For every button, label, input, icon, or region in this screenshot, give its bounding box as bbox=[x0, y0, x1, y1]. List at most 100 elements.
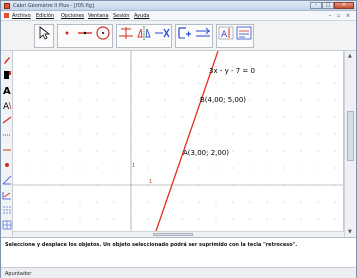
menu-archivo[interactable]: Archivo bbox=[12, 13, 31, 19]
grid-dot bbox=[317, 82, 319, 84]
grid-dot bbox=[147, 65, 149, 67]
point-b-label[interactable]: B(4,00; 5,00) bbox=[200, 96, 246, 104]
grid-dot bbox=[266, 82, 268, 84]
grid-dot bbox=[300, 65, 302, 67]
grid-dot bbox=[147, 133, 149, 135]
grid-dot bbox=[317, 99, 319, 101]
grid-dot bbox=[198, 65, 200, 67]
grid-dot bbox=[28, 116, 30, 118]
scroll-down-icon[interactable]: ▼ bbox=[348, 229, 352, 235]
axis-style-icon[interactable] bbox=[2, 190, 12, 200]
circle-icon[interactable] bbox=[94, 24, 112, 42]
point-icon[interactable] bbox=[58, 24, 76, 42]
grid-dot bbox=[334, 65, 336, 67]
grid-dot bbox=[198, 133, 200, 135]
line-3x-y-7[interactable] bbox=[153, 51, 219, 237]
text-style-icon[interactable]: A bbox=[2, 85, 12, 95]
grid-dot bbox=[300, 167, 302, 169]
menu-ayuda[interactable]: Ayuda bbox=[134, 13, 149, 19]
line-thickness-icon[interactable] bbox=[2, 115, 12, 125]
calculate-icon[interactable] bbox=[176, 24, 194, 42]
grid-dot bbox=[232, 218, 234, 220]
grid-dot bbox=[334, 116, 336, 118]
grid-dot bbox=[79, 99, 81, 101]
line-equation-label[interactable]: 3x - y - 7 = 0 bbox=[209, 67, 255, 75]
menu-sesion[interactable]: Sesión bbox=[113, 13, 129, 19]
maximize-button[interactable]: □ bbox=[322, 2, 334, 9]
grid-dot bbox=[232, 133, 234, 135]
document-icon[interactable] bbox=[4, 13, 9, 18]
reflection-icon[interactable] bbox=[135, 24, 153, 42]
grid-dot bbox=[334, 201, 336, 203]
grid-dot bbox=[96, 116, 98, 118]
grid-dot bbox=[181, 82, 183, 84]
grid-dot bbox=[300, 133, 302, 135]
minimize-button[interactable]: – bbox=[310, 2, 322, 9]
perpendicular-icon[interactable] bbox=[117, 24, 135, 42]
grid-dot bbox=[79, 133, 81, 135]
grid-dots bbox=[28, 65, 336, 237]
grid-dot bbox=[147, 116, 149, 118]
menu-opciones[interactable]: Opciones bbox=[61, 13, 84, 19]
grid-dot bbox=[147, 150, 149, 152]
grid-dot bbox=[181, 201, 183, 203]
dotted-style-icon[interactable] bbox=[2, 130, 12, 140]
fill-color-icon[interactable] bbox=[2, 70, 12, 80]
grid-dot bbox=[113, 150, 115, 152]
label-icon[interactable] bbox=[194, 24, 212, 42]
line-icon[interactable] bbox=[76, 24, 94, 42]
close-button[interactable]: × bbox=[334, 2, 354, 9]
grid-dot bbox=[232, 150, 234, 152]
grid-dot bbox=[62, 116, 64, 118]
grid-dot bbox=[334, 150, 336, 152]
grid-dot bbox=[317, 116, 319, 118]
grid-dot bbox=[62, 133, 64, 135]
grid-dot bbox=[215, 218, 217, 220]
horizontal-scroll-thumb[interactable] bbox=[153, 233, 193, 236]
grid-dot bbox=[198, 116, 200, 118]
pointer-icon[interactable] bbox=[35, 24, 53, 42]
point-a-label[interactable]: A(3,00; 2,00) bbox=[183, 149, 229, 157]
menu-ventana[interactable]: Ventana bbox=[88, 13, 109, 19]
measure-icon[interactable] bbox=[153, 24, 171, 42]
vertical-scroll-thumb[interactable] bbox=[347, 111, 354, 161]
grid-dot bbox=[181, 116, 183, 118]
grid-dot bbox=[181, 218, 183, 220]
display-icon[interactable] bbox=[235, 24, 253, 42]
drawing-canvas[interactable]: 1 1 3x - y - 7 = 0 B(4,00; 5,00) A(3,00;… bbox=[13, 51, 344, 237]
grid-dot bbox=[96, 150, 98, 152]
grid-icon[interactable] bbox=[2, 205, 12, 215]
grid-dot bbox=[113, 133, 115, 135]
scroll-up-icon[interactable]: ▲ bbox=[348, 53, 352, 59]
grid-dot bbox=[317, 65, 319, 67]
grid-dot bbox=[28, 201, 30, 203]
grid-dot bbox=[283, 218, 285, 220]
grid-dot bbox=[317, 167, 319, 169]
grid-dot bbox=[79, 167, 81, 169]
grid-dot bbox=[249, 99, 251, 101]
coordinate-icon[interactable] bbox=[2, 220, 12, 230]
line-style-icon[interactable] bbox=[2, 145, 12, 155]
font-icon[interactable]: A bbox=[2, 100, 12, 110]
grid-dot bbox=[181, 167, 183, 169]
toolbar: A bbox=[1, 21, 356, 51]
grid-dot bbox=[45, 218, 47, 220]
grid-dot bbox=[300, 201, 302, 203]
text-label-icon[interactable]: A bbox=[217, 24, 235, 42]
grid-dot bbox=[334, 99, 336, 101]
pencil-icon[interactable] bbox=[2, 55, 12, 65]
window-title: Cabri Géomètre II Plus - [f05.fig] bbox=[13, 3, 94, 9]
grid-dot bbox=[266, 218, 268, 220]
grid-dot bbox=[164, 133, 166, 135]
grid-dot bbox=[266, 150, 268, 152]
grid-dot bbox=[181, 133, 183, 135]
grid-dot bbox=[334, 167, 336, 169]
menu-edicion[interactable]: Edición bbox=[36, 13, 54, 19]
mdi-window-controls[interactable]: – ▫ × bbox=[329, 13, 352, 19]
marker-icon[interactable] bbox=[2, 175, 12, 185]
grid-dot bbox=[45, 116, 47, 118]
point-style-icon[interactable] bbox=[2, 160, 12, 170]
attribute-toolbar: A A bbox=[1, 51, 13, 237]
grid-dot bbox=[113, 218, 115, 220]
vertical-scrollbar[interactable]: ▲ ▼ bbox=[344, 51, 356, 237]
